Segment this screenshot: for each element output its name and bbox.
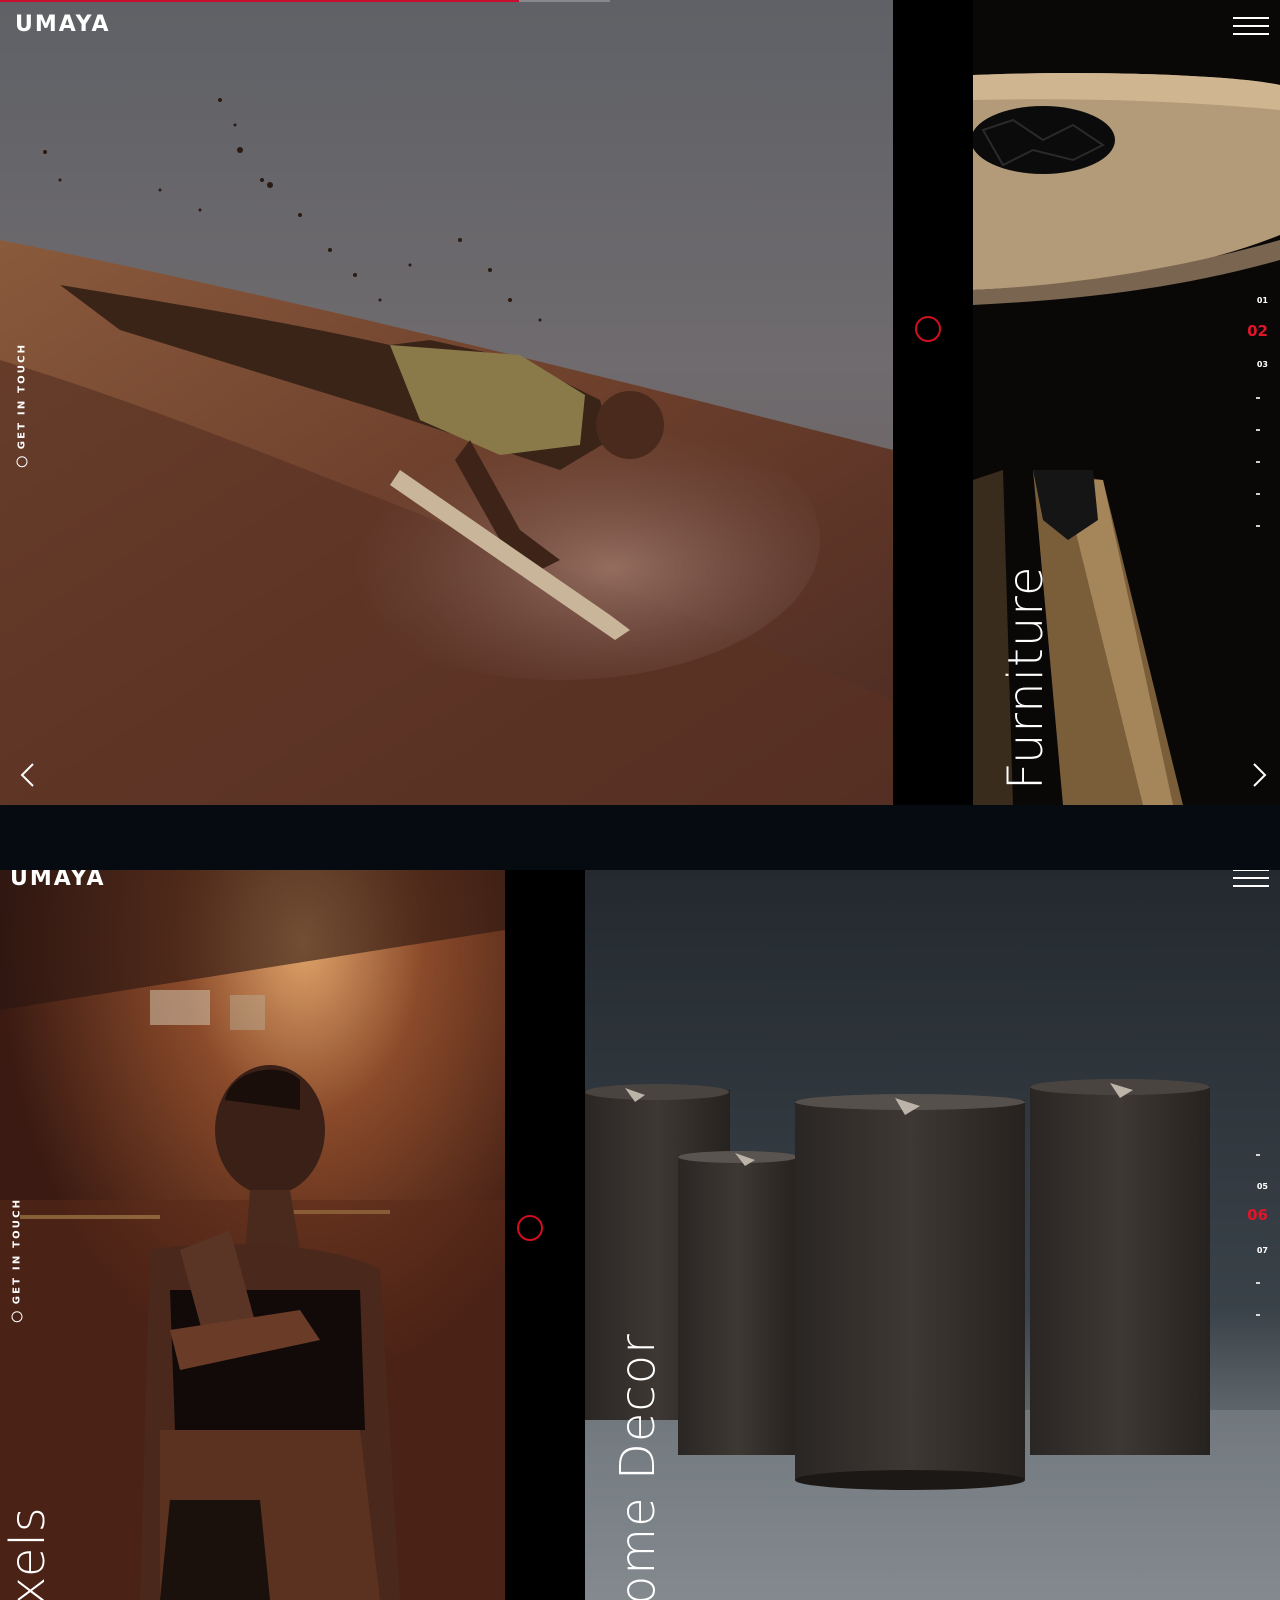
- slide-progress-bar: [0, 0, 610, 2]
- slide-pager: 05 06 07: [1228, 1148, 1268, 1328]
- slide-image-home-decor: [585, 870, 1280, 1600]
- slide-pager: 01 02 03: [1228, 290, 1268, 540]
- pager-item[interactable]: 01: [1228, 296, 1268, 305]
- get-in-touch-link[interactable]: GET IN TOUCH: [12, 335, 32, 475]
- pager-dot[interactable]: [1256, 429, 1260, 431]
- pager-item-active[interactable]: 06: [1228, 1206, 1268, 1224]
- pager-dot[interactable]: [1256, 493, 1260, 495]
- ring-icon[interactable]: [517, 1215, 543, 1241]
- get-in-touch-label: GET IN TOUCH: [11, 1197, 23, 1305]
- pager-item[interactable]: 03: [1228, 360, 1268, 369]
- slider-screen-1: UMAYA GET IN TOUCH Furniture 01 02 03: [0, 0, 1280, 805]
- previous-slide-title[interactable]: xels: [0, 1506, 56, 1600]
- chat-bubble-icon: [11, 1311, 23, 1323]
- umaya-logo[interactable]: UMAYA: [15, 12, 111, 37]
- slide-divider: [893, 0, 973, 805]
- hamburger-menu-icon[interactable]: [1233, 15, 1269, 37]
- pager-dot[interactable]: [1256, 525, 1260, 527]
- chevron-left-icon[interactable]: [13, 760, 43, 790]
- pager-dot[interactable]: [1256, 397, 1260, 399]
- get-in-touch-label: GET IN TOUCH: [16, 342, 28, 450]
- get-in-touch-link[interactable]: GET IN TOUCH: [7, 1190, 27, 1330]
- slide-image-sandboarding: [0, 0, 893, 805]
- slide-title[interactable]: ome Decor: [610, 1333, 666, 1600]
- chat-bubble-icon: [16, 456, 28, 468]
- pager-dot[interactable]: [1256, 1282, 1260, 1284]
- ring-icon[interactable]: [915, 316, 941, 342]
- pager-dot[interactable]: [1256, 1154, 1260, 1156]
- hamburger-menu-icon[interactable]: [1233, 870, 1269, 889]
- slide-title[interactable]: Furniture: [998, 565, 1054, 790]
- pager-dot[interactable]: [1256, 1314, 1260, 1316]
- pager-item[interactable]: 07: [1228, 1246, 1268, 1255]
- pager-dot[interactable]: [1256, 461, 1260, 463]
- pager-item-active[interactable]: 02: [1228, 322, 1268, 340]
- pager-item[interactable]: 05: [1228, 1182, 1268, 1191]
- slide-image-portrait: [0, 870, 505, 1600]
- chevron-right-icon[interactable]: [1244, 760, 1274, 790]
- slide-progress-fill: [0, 0, 519, 2]
- slide-divider: [505, 870, 585, 1600]
- umaya-logo[interactable]: UMAYA: [10, 870, 106, 891]
- slider-screen-2: UMAYA GET IN TOUCH xels ome Decor 05 06 …: [0, 870, 1280, 1600]
